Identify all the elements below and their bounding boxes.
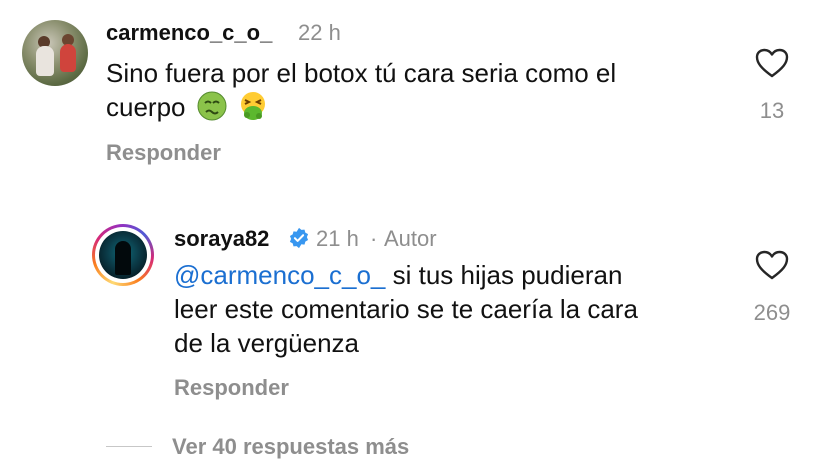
comment-timestamp: 21 h	[316, 226, 359, 251]
replies-divider	[106, 446, 152, 447]
avatar[interactable]	[92, 224, 154, 286]
reply-button[interactable]: Responder	[174, 375, 289, 401]
avatar-figure	[36, 46, 54, 76]
author-tag: Autor	[384, 226, 437, 251]
like-count: 13	[759, 98, 785, 123]
comment-text: Sino fuera por el botox tú cara seria co…	[106, 56, 616, 124]
comment-text: @carmenco_c_o_ si tus hijas pudieran lee…	[174, 258, 638, 360]
like-count: 269	[753, 300, 791, 325]
comment-timestamp: 22 h	[298, 20, 341, 45]
comment-text-line1: Sino fuera por el botox tú cara seria co…	[106, 58, 617, 88]
face-vomiting-icon	[240, 92, 265, 120]
mention-link[interactable]: @carmenco_c_o_	[174, 260, 385, 290]
like-heart-icon[interactable]	[755, 48, 789, 78]
comment-username[interactable]: soraya82	[174, 226, 269, 252]
nauseated-face-icon	[197, 91, 227, 121]
verified-badge-icon	[289, 227, 309, 249]
avatar-ring	[95, 227, 151, 283]
comment-username[interactable]: carmenco_c_o_	[106, 20, 272, 46]
avatar-figure	[60, 44, 76, 72]
like-heart-icon[interactable]	[755, 250, 789, 280]
view-more-replies-button[interactable]: Ver 40 respuestas más	[172, 434, 409, 460]
comment-text-line2: leer este comentario se te caería la car…	[174, 294, 638, 324]
comment-text-line2: cuerpo	[106, 92, 186, 122]
avatar-silhouette	[115, 241, 131, 275]
meta-separator: ·	[370, 226, 378, 251]
comment-text-line3: de la vergüenza	[174, 328, 360, 358]
avatar-image	[99, 231, 147, 279]
comment-text-line1: si tus hijas pudieran	[385, 260, 623, 290]
avatar[interactable]	[22, 20, 88, 86]
reply-button[interactable]: Responder	[106, 140, 221, 166]
